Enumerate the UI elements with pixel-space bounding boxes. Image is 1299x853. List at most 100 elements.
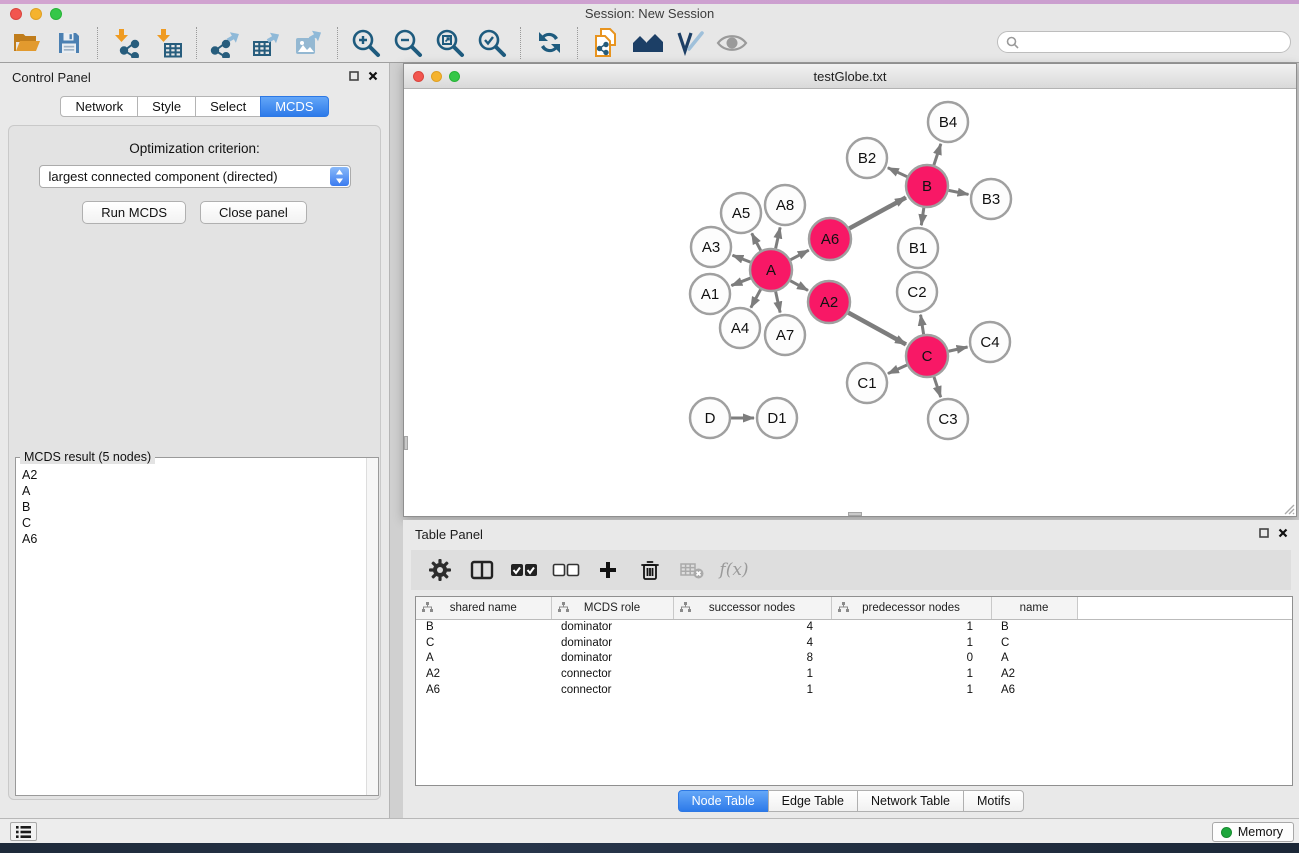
import-network-icon[interactable]: [105, 26, 147, 60]
search-field[interactable]: [997, 31, 1291, 53]
table-row[interactable]: Cdominator41C: [416, 635, 1292, 651]
select-all-icon[interactable]: [509, 555, 539, 585]
close-panel-button[interactable]: Close panel: [200, 201, 307, 224]
table-row[interactable]: Bdominator41B: [416, 619, 1292, 635]
network-window-titlebar[interactable]: testGlobe.txt: [404, 64, 1296, 89]
column-header-successor-nodes[interactable]: successor nodes: [673, 597, 831, 619]
edge-C-C1[interactable]: [888, 365, 907, 374]
export-table-icon[interactable]: [246, 26, 288, 60]
show-columns-icon[interactable]: [467, 555, 497, 585]
table-row[interactable]: A6connector11A6: [416, 682, 1292, 698]
edge-A-A1[interactable]: [731, 278, 750, 286]
edge-A6-B[interactable]: [849, 198, 906, 229]
table-cell[interactable]: connector: [551, 682, 673, 698]
table-cell[interactable]: A2: [416, 666, 551, 682]
list-item[interactable]: B: [22, 499, 378, 515]
edge-B-B4[interactable]: [934, 144, 941, 165]
task-history-button[interactable]: [10, 822, 37, 841]
table-cell[interactable]: 1: [673, 666, 831, 682]
table-cell[interactable]: 1: [831, 682, 991, 698]
tab-select[interactable]: Select: [195, 96, 261, 117]
zoom-fit-icon[interactable]: [429, 26, 471, 60]
memory-button[interactable]: Memory: [1212, 822, 1294, 842]
table-cell[interactable]: connector: [551, 666, 673, 682]
tab-network-table[interactable]: Network Table: [857, 790, 964, 812]
table-cell[interactable]: 4: [673, 619, 831, 635]
edge-A-A4[interactable]: [751, 289, 761, 307]
table-cell[interactable]: dominator: [551, 619, 673, 635]
table-cell[interactable]: B: [416, 619, 551, 635]
table-cell[interactable]: C: [416, 635, 551, 651]
edge-B-B3[interactable]: [949, 190, 969, 194]
open-folder-icon[interactable]: [6, 26, 48, 60]
edge-C-C4[interactable]: [948, 347, 967, 351]
vertical-scroll-thumb[interactable]: [404, 436, 408, 450]
duplicate-network-icon[interactable]: [585, 26, 627, 60]
table-cell[interactable]: 1: [673, 682, 831, 698]
list-item[interactable]: A2: [22, 467, 378, 483]
edge-A-A5[interactable]: [752, 233, 761, 250]
zoom-out-icon[interactable]: [387, 26, 429, 60]
table-cell[interactable]: 1: [831, 619, 991, 635]
table-cell[interactable]: 4: [673, 635, 831, 651]
column-header-shared-name[interactable]: shared name: [416, 597, 551, 619]
table-cell[interactable]: A: [416, 650, 551, 666]
result-scrollbar[interactable]: [366, 458, 378, 795]
edge-A2-C[interactable]: [848, 313, 906, 345]
network-canvas[interactable]: AA1A2A3A4A5A6A7A8BB1B2B3B4CC1C2C3C4DD1: [404, 90, 1296, 516]
tab-network[interactable]: Network: [60, 96, 138, 117]
table-cell[interactable]: A6: [416, 682, 551, 698]
close-table-panel-icon[interactable]: [1278, 528, 1288, 538]
column-header-MCDS-role[interactable]: MCDS role: [551, 597, 673, 619]
resize-grip[interactable]: [1281, 501, 1295, 515]
column-header-predecessor-nodes[interactable]: predecessor nodes: [831, 597, 991, 619]
zoom-in-icon[interactable]: [345, 26, 387, 60]
deselect-all-icon[interactable]: [551, 555, 581, 585]
table-cell[interactable]: dominator: [551, 635, 673, 651]
edge-C-C2[interactable]: [921, 315, 924, 335]
table-row[interactable]: A2connector11A2: [416, 666, 1292, 682]
table-cell[interactable]: B: [991, 619, 1077, 635]
save-icon[interactable]: [48, 26, 90, 60]
edge-B-B1[interactable]: [921, 208, 924, 225]
list-item[interactable]: C: [22, 515, 378, 531]
import-table-icon[interactable]: [147, 26, 189, 60]
horizontal-scroll-thumb[interactable]: [848, 512, 862, 516]
delete-rows-icon[interactable]: [635, 555, 665, 585]
table-cell[interactable]: A2: [991, 666, 1077, 682]
optimization-criterion-select[interactable]: largest connected component (directed): [39, 165, 351, 188]
run-mcds-button[interactable]: Run MCDS: [82, 201, 186, 224]
table-cell[interactable]: C: [991, 635, 1077, 651]
settings-gear-icon[interactable]: [425, 555, 455, 585]
close-panel-icon[interactable]: [368, 71, 378, 81]
export-image-icon[interactable]: [288, 26, 330, 60]
eye-preview-icon[interactable]: [711, 26, 753, 60]
refresh-icon[interactable]: [528, 26, 570, 60]
table-cell[interactable]: 1: [831, 635, 991, 651]
tab-mcds[interactable]: MCDS: [260, 96, 328, 117]
tab-motifs[interactable]: Motifs: [963, 790, 1024, 812]
table-cell[interactable]: A: [991, 650, 1077, 666]
edge-A-A6[interactable]: [790, 250, 808, 260]
column-header-name[interactable]: name: [991, 597, 1077, 619]
style-edit-icon[interactable]: [669, 26, 711, 60]
edge-A-A3[interactable]: [732, 255, 750, 262]
home-networks-icon[interactable]: [627, 26, 669, 60]
edge-A-A2[interactable]: [790, 281, 808, 291]
list-item[interactable]: A: [22, 483, 378, 499]
edge-A-A8[interactable]: [776, 227, 781, 248]
table-cell[interactable]: A6: [991, 682, 1077, 698]
table-cell[interactable]: 8: [673, 650, 831, 666]
table-row[interactable]: Adominator80A: [416, 650, 1292, 666]
table-cell[interactable]: 1: [831, 666, 991, 682]
list-item[interactable]: A6: [22, 531, 378, 547]
table-cell[interactable]: 0: [831, 650, 991, 666]
export-network-icon[interactable]: [204, 26, 246, 60]
edge-B-B2[interactable]: [888, 168, 907, 177]
add-row-icon[interactable]: [593, 555, 623, 585]
zoom-selected-icon[interactable]: [471, 26, 513, 60]
edge-C-C3[interactable]: [934, 377, 941, 397]
tab-node-table[interactable]: Node Table: [678, 790, 769, 812]
table-cell[interactable]: dominator: [551, 650, 673, 666]
search-input[interactable]: [1024, 33, 1290, 51]
